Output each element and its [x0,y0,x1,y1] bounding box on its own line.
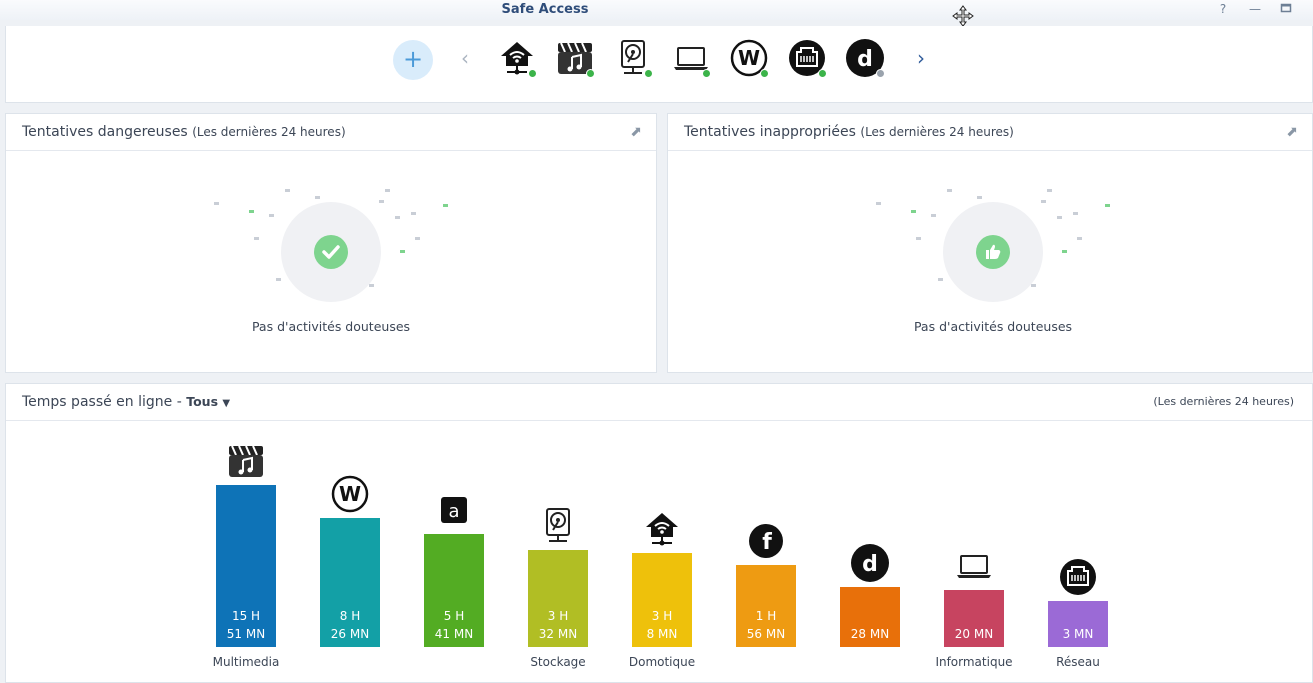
chart-bar[interactable]: 28 MN [840,587,900,647]
empty-state-text: Pas d'activités douteuses [251,319,411,334]
previous-arrow-icon[interactable]: ‹ [455,46,475,70]
chart-bar[interactable]: 15 H 51 MN [216,485,276,647]
expand-icon[interactable]: ⬈ [630,114,642,150]
help-icon[interactable]: ? [1216,2,1230,16]
status-dot [760,69,769,78]
device-d[interactable]: d [845,38,885,78]
status-dot [644,69,653,78]
bar-value-hours: 5 H [443,609,465,623]
bar-value-minutes: 32 MN [538,627,578,641]
add-device-button[interactable]: + [393,40,433,80]
laptop-icon [954,546,994,586]
bar-value-minutes: 20 MN [954,627,994,641]
chart-bar[interactable]: 8 H 26 MN [320,518,380,647]
svg-text:d: d [857,47,873,72]
empty-state-illustration [281,202,381,302]
bar-value-minutes: 28 MN [850,627,890,641]
chart-bar[interactable]: 20 MN [944,590,1004,647]
svg-text:W: W [738,46,760,70]
panel-subtitle: (Les dernières 24 heures) [192,125,346,139]
f-logo-icon: f [746,521,786,561]
chart-bar[interactable]: 5 H 41 MN [424,534,484,647]
device-network[interactable] [787,38,827,78]
window-title: Safe Access [501,2,589,17]
bar-value-hours: 15 H [231,609,261,623]
device-selector-panel: + ‹ W d › [5,26,1313,103]
device-w[interactable]: W [729,38,769,78]
home-router-icon [642,509,682,549]
maximize-icon[interactable] [1279,2,1293,16]
svg-text:W: W [339,482,361,506]
a-logo-icon: a [434,490,474,530]
svg-text:f: f [762,530,772,555]
move-cursor-icon [952,5,974,27]
panel-title: Temps passé en ligne - [22,394,187,410]
minimize-icon[interactable]: — [1248,2,1262,16]
bar-value-minutes: 41 MN [434,627,474,641]
svg-text:d: d [862,552,878,577]
status-dot [702,69,711,78]
w-logo-icon: W [330,474,370,514]
bar-value-minutes: 3 MN [1062,627,1094,641]
network-port-icon [1058,557,1098,597]
svg-text:a: a [448,501,459,522]
chart-bar[interactable]: 3 H 8 MN [632,553,692,647]
panel-title: Tentatives inappropriées [684,124,856,140]
bar-value-minutes: 26 MN [330,627,370,641]
device-home-router[interactable] [497,38,537,78]
period-label: (Les dernières 24 heures) [1153,395,1294,408]
panel-header: Tentatives inappropriées (Les dernières … [668,114,1312,151]
empty-state-illustration [943,202,1043,302]
bar-value-hours: 3 H [547,609,569,623]
device-laptop[interactable] [671,38,711,78]
bar-value-hours: 8 H [339,609,361,623]
chart-bar[interactable]: 1 H 56 MN [736,565,796,647]
status-dot [586,69,595,78]
bar-value-minutes: 51 MN [226,627,266,641]
expand-icon[interactable]: ⬈ [1286,114,1298,150]
category-label: Stockage [530,655,586,669]
panel-subtitle: (Les dernières 24 heures) [860,125,1014,139]
category-label: Multimedia [212,655,280,669]
multimedia-icon [226,441,266,481]
panel-header: Temps passé en ligne - Tous ▼ (Les derni… [6,384,1312,421]
storage-icon [538,506,578,546]
category-label: Réseau [1056,655,1100,669]
bar-value-hours: 1 H [755,609,777,623]
category-label: Domotique [628,655,696,669]
caret-down-icon: ▼ [222,398,231,409]
device-multimedia[interactable] [555,38,595,78]
chart-bar[interactable]: 3 H 32 MN [528,550,588,647]
bar-value-hours: 3 H [651,609,673,623]
dangerous-attempts-panel: Tentatives dangereuses (Les dernières 24… [5,113,657,373]
status-dot [818,69,827,78]
chart-bar[interactable]: 3 MN [1048,601,1108,647]
status-dot [528,69,537,78]
panel-header: Tentatives dangereuses (Les dernières 24… [6,114,656,151]
empty-state-text: Pas d'activités douteuses [913,319,1073,334]
panel-title: Tentatives dangereuses [22,124,188,140]
bar-value-minutes: 56 MN [746,627,786,641]
inappropriate-attempts-panel: Tentatives inappropriées (Les dernières … [667,113,1313,373]
check-icon [314,235,348,269]
thumbs-up-icon [976,235,1010,269]
category-label: Informatique [935,655,1013,669]
bar-value-minutes: 8 MN [646,627,678,641]
device-storage[interactable] [613,38,653,78]
d-logo-icon: d [850,543,890,583]
title-bar: Safe Access ? — [0,0,1313,27]
filter-dropdown[interactable]: Tous ▼ [186,394,230,409]
status-dot [876,69,885,78]
next-arrow-icon[interactable]: › [911,46,931,70]
filter-value: Tous [186,394,219,409]
